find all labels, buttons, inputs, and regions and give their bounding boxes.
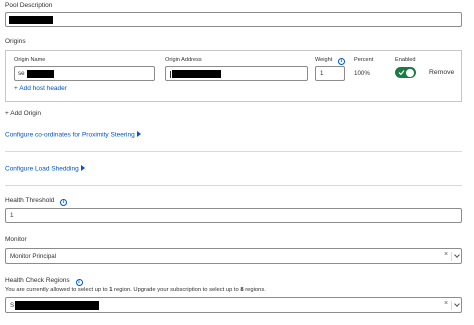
divider: [5, 151, 462, 152]
clear-icon[interactable]: ×: [444, 300, 448, 307]
caret-right-icon: [80, 165, 85, 171]
chevron-down-icon[interactable]: [454, 252, 460, 258]
health-check-regions-select[interactable]: S ×: [5, 297, 462, 313]
toggle-knob: [406, 68, 414, 77]
remove-button[interactable]: Remove: [429, 69, 454, 76]
enabled-label: Enabled: [395, 57, 416, 63]
add-host-header-link[interactable]: + Add host header: [14, 85, 67, 92]
separator: [451, 301, 452, 310]
pool-description-input[interactable]: [5, 12, 462, 27]
percent-label: Percent: [354, 57, 374, 63]
clear-icon[interactable]: ×: [444, 251, 448, 258]
health-check-regions-label: Health Check Regions i: [5, 277, 83, 286]
monitor-label: Monitor: [5, 236, 27, 243]
text-cursor: [170, 71, 171, 78]
redacted-value: [27, 70, 54, 78]
redacted-value: [9, 16, 53, 24]
origins-panel: Origin Name se Origin Address Weight i 1…: [5, 50, 462, 102]
origin-name-label: Origin Name: [14, 57, 46, 63]
add-origin-button[interactable]: + Add Origin: [5, 110, 41, 117]
origin-address-input[interactable]: [165, 66, 308, 81]
proximity-steering-toggle[interactable]: Configure co-ordinates for Proximity Ste…: [5, 131, 141, 139]
weight-input[interactable]: 1: [315, 66, 345, 81]
monitor-value: Monitor Principal: [10, 253, 57, 260]
percent-value: 100%: [354, 70, 370, 77]
redacted-value: [15, 301, 99, 310]
health-threshold-input[interactable]: 1: [5, 208, 462, 223]
origin-name-input[interactable]: se: [14, 66, 155, 81]
caret-right-icon: [136, 131, 141, 137]
origins-title: Origins: [5, 38, 26, 45]
divider: [5, 185, 462, 186]
health-check-regions-value: S: [10, 302, 15, 309]
health-threshold-value: 1: [10, 212, 14, 219]
origin-address-label: Origin Address: [165, 57, 202, 63]
health-check-regions-note: You are currently allowed to select up t…: [5, 287, 266, 293]
enabled-toggle[interactable]: [395, 67, 416, 78]
info-icon[interactable]: i: [337, 58, 345, 65]
info-icon[interactable]: i: [60, 199, 68, 206]
monitor-select[interactable]: Monitor Principal ×: [5, 248, 462, 264]
load-shedding-toggle[interactable]: Configure Load Shedding: [5, 165, 85, 173]
chevron-down-icon[interactable]: [454, 301, 460, 307]
weight-label: Weight i: [315, 57, 345, 65]
origin-name-value: se: [18, 70, 25, 77]
health-threshold-label: Health Threshold i: [5, 197, 68, 206]
check-icon: [398, 70, 405, 76]
info-icon[interactable]: i: [75, 279, 83, 286]
separator: [451, 252, 452, 261]
weight-value: 1: [320, 70, 324, 77]
redacted-value: [172, 70, 221, 78]
pool-description-label: Pool Description: [5, 2, 53, 9]
